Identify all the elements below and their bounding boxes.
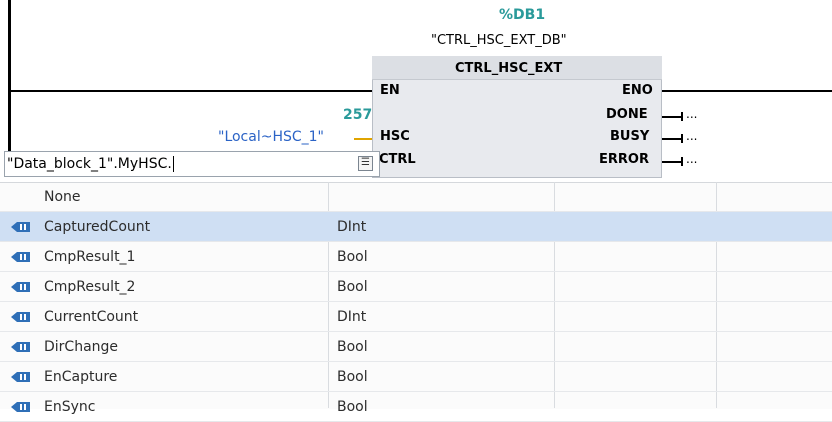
list-item-name: EnCapture	[44, 369, 118, 385]
list-item-capturedcount[interactable]: CapturedCount DInt	[0, 212, 832, 242]
list-item-name: CmpResult_1	[44, 249, 136, 265]
hsc-input-wire	[354, 138, 372, 140]
eno-wire	[662, 90, 832, 92]
busy-output-end	[681, 134, 683, 143]
list-item-name: CmpResult_2	[44, 279, 136, 295]
list-item-currentcount[interactable]: CurrentCount DInt	[0, 302, 832, 332]
list-item-name: EnSync	[44, 399, 96, 415]
list-item-type: Bool	[337, 279, 368, 295]
pin-done: DONE	[606, 107, 648, 122]
busy-output-placeholder[interactable]: ...	[686, 128, 697, 144]
error-output-wire	[662, 161, 682, 163]
hsc-tag[interactable]: "Local~HSC_1"	[218, 129, 324, 145]
list-item-type: DInt	[337, 219, 367, 235]
done-output-placeholder[interactable]: ...	[686, 106, 697, 122]
ctrl-operand-input[interactable]: "Data_block_1".MyHSC.	[4, 151, 380, 177]
pin-en: EN	[380, 83, 400, 98]
done-output-end	[681, 112, 683, 121]
text-caret	[172, 156, 174, 172]
variable-output-icon	[11, 252, 30, 262]
ctrl-operand-text: "Data_block_1".MyHSC.	[7, 156, 172, 172]
pin-busy: BUSY	[610, 129, 650, 144]
list-item-type: Bool	[337, 339, 368, 355]
error-output-end	[681, 157, 683, 166]
variable-output-icon	[11, 402, 30, 412]
power-rail	[8, 0, 11, 176]
list-item-type: DInt	[337, 309, 367, 325]
list-item-cmpresult-1[interactable]: CmpResult_1 Bool	[0, 242, 832, 272]
en-wire	[10, 90, 372, 92]
variable-output-icon	[11, 312, 30, 322]
variable-output-icon	[11, 282, 30, 292]
list-item-name: CapturedCount	[44, 219, 151, 235]
list-icon: ☰	[361, 157, 370, 168]
variable-output-icon	[11, 342, 30, 352]
pin-eno: ENO	[622, 83, 653, 98]
variable-output-icon	[11, 372, 30, 382]
list-item-cmpresult-2[interactable]: CmpResult_2 Bool	[0, 272, 832, 302]
list-item-name: DirChange	[44, 339, 119, 355]
instance-db-number: %DB1	[499, 7, 546, 23]
pin-hsc: HSC	[380, 129, 410, 144]
pin-ctrl: CTRL	[379, 152, 416, 167]
operand-picker-button[interactable]: ☰	[358, 156, 373, 171]
hsc-hw-id: 257	[343, 107, 373, 123]
variable-output-icon	[11, 222, 30, 232]
pin-error: ERROR	[599, 152, 649, 167]
list-item-encapture[interactable]: EnCapture Bool	[0, 362, 832, 392]
done-output-wire	[662, 116, 682, 118]
busy-output-wire	[662, 138, 682, 140]
instance-db-name[interactable]: "CTRL_HSC_EXT_DB"	[431, 33, 567, 49]
list-item-dirchange[interactable]: DirChange Bool	[0, 332, 832, 362]
list-item-name: CurrentCount	[44, 309, 139, 325]
list-item-type: Bool	[337, 249, 368, 265]
list-item-name: None	[44, 189, 81, 205]
list-item-type: Bool	[337, 399, 368, 415]
error-output-placeholder[interactable]: ...	[686, 151, 697, 167]
list-item-ensync[interactable]: EnSync Bool	[0, 392, 832, 422]
list-item-none[interactable]: None	[0, 182, 832, 212]
function-block-name: CTRL_HSC_EXT	[455, 61, 563, 76]
list-item-type: Bool	[337, 369, 368, 385]
